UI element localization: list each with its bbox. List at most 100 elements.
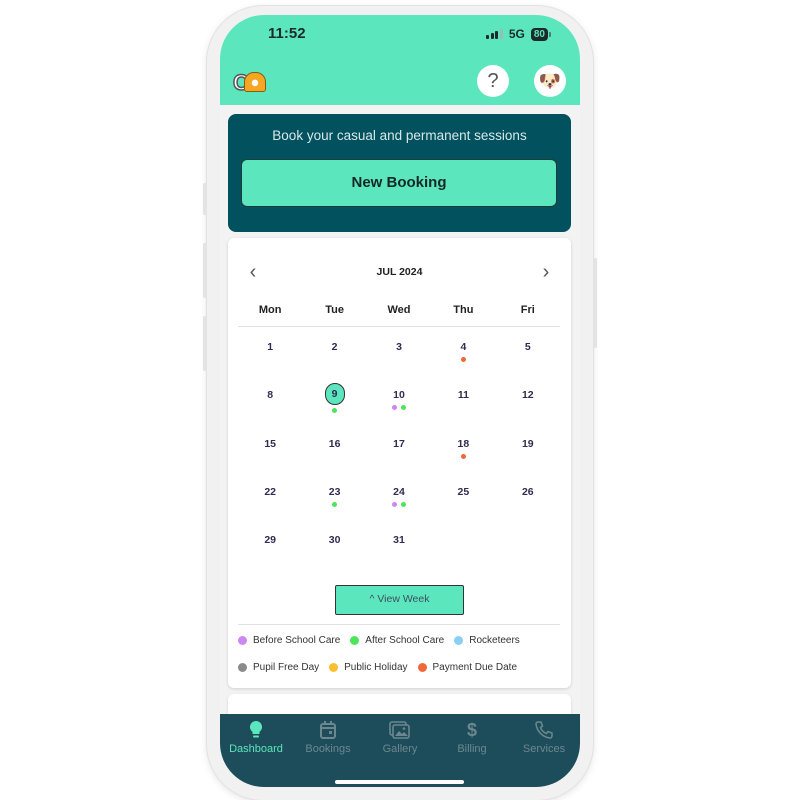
tab-dashboard[interactable]: Dashboard	[220, 714, 292, 787]
new-booking-button[interactable]: New Booking	[241, 159, 557, 207]
calendar-day[interactable]: 31	[367, 529, 431, 577]
calendar-day[interactable]: 15	[238, 433, 302, 481]
day-number: 22	[264, 485, 277, 498]
calendar-day[interactable]: 9	[302, 383, 366, 432]
legend-dot-icon	[350, 636, 360, 645]
event-dots	[302, 501, 366, 507]
legend-label: Payment Due Date	[432, 662, 518, 673]
event-dot-payment	[460, 357, 466, 362]
calendar-day[interactable]: 4	[431, 336, 495, 384]
lightbulb-icon	[220, 720, 292, 740]
day-number: 15	[264, 437, 277, 450]
event-dot-after	[400, 405, 406, 411]
weekday-label: Mon	[258, 304, 282, 316]
day-number: 11	[457, 389, 469, 402]
day-number: 25	[457, 485, 470, 498]
day-number: 12	[521, 389, 534, 402]
calendar-day[interactable]: 29	[238, 529, 302, 577]
legend-label: Public Holiday	[344, 662, 408, 673]
power-button	[593, 258, 597, 348]
weekday-label: Thu	[453, 304, 474, 316]
booking-prompt: Book your casual and permanent sessions	[272, 128, 527, 143]
calendar-day[interactable]: 25	[431, 481, 495, 529]
calendar-day[interactable]: 2	[302, 336, 366, 384]
weekday-label: Wed	[387, 304, 411, 316]
legend-label: Pupil Free Day	[253, 662, 320, 673]
divider	[238, 326, 560, 327]
chevron-right-icon[interactable]: ›	[536, 262, 556, 282]
calendar-day[interactable]: 5	[496, 336, 560, 384]
mute-switch	[203, 183, 207, 215]
calendar-month-label: JUL 2024	[376, 266, 423, 278]
calendar-card: ‹ JUL 2024 › Mon Tue Wed Thu Fri 1234589…	[228, 238, 571, 688]
calendar-day[interactable]: 10	[367, 384, 431, 432]
calendar-day[interactable]: 3	[367, 336, 431, 384]
booking-card: Book your casual and permanent sessions …	[228, 114, 571, 232]
event-dot-after	[400, 501, 406, 507]
day-number: 3	[396, 341, 402, 353]
day-number: 29	[264, 534, 277, 547]
calendar-day[interactable]: 8	[238, 384, 302, 432]
legend-item: Pupil Free Day	[238, 662, 319, 673]
calendar-day[interactable]: 11	[431, 384, 495, 432]
event-dot-after	[332, 408, 338, 414]
legend-item: Rocketeers	[454, 635, 520, 646]
legend-label: Before School Care	[253, 635, 341, 646]
event-dots	[302, 408, 366, 414]
calendar-day[interactable]: 17	[367, 433, 431, 481]
calendar-empty-cell	[431, 529, 495, 577]
calendar-day[interactable]: 24	[367, 481, 431, 529]
legend-dot-icon	[417, 663, 427, 672]
volume-up-button	[203, 243, 207, 298]
event-dot-after	[332, 501, 338, 507]
app-logo[interactable]: C	[232, 69, 269, 96]
calendar-day[interactable]: 26	[496, 481, 560, 529]
tab-bookings[interactable]: Bookings	[292, 714, 364, 787]
weekday-label: Fri	[520, 304, 535, 316]
day-number: 8	[267, 389, 274, 402]
tab-billing[interactable]: $ Billing	[436, 714, 508, 787]
calendar-empty-cell	[496, 529, 560, 577]
home-indicator[interactable]	[335, 780, 464, 784]
dog-face-icon: 🐶	[538, 71, 562, 91]
legend-label: Rocketeers	[469, 635, 520, 646]
phone-icon	[508, 720, 580, 740]
calendar-day[interactable]: 19	[496, 433, 560, 481]
day-number: 17	[393, 437, 405, 450]
calendar-day[interactable]: 1	[238, 336, 302, 384]
legend-dot-icon	[454, 636, 464, 645]
calendar-day[interactable]: 16	[302, 433, 366, 481]
day-number: 9	[324, 383, 345, 406]
status-indicators: 5G 80	[486, 27, 552, 41]
day-number: 31	[393, 534, 405, 547]
day-number: 4	[460, 341, 467, 353]
legend-item: Public Holiday	[329, 662, 408, 673]
legend-dot-icon	[329, 663, 339, 672]
calendar-day[interactable]: 30	[302, 529, 366, 577]
calendar-day[interactable]: 12	[496, 384, 560, 432]
network-type: 5G	[508, 27, 525, 41]
event-dot-payment	[460, 453, 466, 459]
legend-dot-icon	[238, 663, 247, 672]
tab-gallery[interactable]: Gallery	[364, 714, 436, 787]
tab-label: Services	[522, 743, 566, 755]
profile-avatar-button[interactable]: 🐶	[534, 65, 566, 97]
event-dots	[367, 405, 431, 411]
calendar-day[interactable]: 22	[238, 481, 302, 529]
event-dot-before	[391, 501, 397, 507]
view-week-button[interactable]: ^ View Week	[335, 585, 464, 615]
event-dots	[431, 357, 495, 362]
tab-label: Dashboard	[229, 743, 283, 755]
calendar-day[interactable]: 23	[302, 481, 366, 529]
tab-services[interactable]: Services	[508, 714, 580, 787]
calendar-grid: 1 2 3 4 5 8 9 10 11 12 15 16 17 18 19 22 23 24 25 26 29 30 31	[238, 336, 560, 577]
volume-down-button	[203, 316, 207, 371]
day-number: 10	[393, 389, 405, 402]
help-button[interactable]: ?	[477, 65, 509, 97]
battery-icon: 80	[530, 27, 552, 41]
legend-item: Payment Due Date	[417, 662, 518, 673]
tab-label: Bookings	[305, 743, 351, 755]
tab-label: Gallery	[382, 743, 418, 755]
calendar-day[interactable]: 18	[431, 433, 495, 481]
legend-dot-icon	[238, 636, 247, 645]
